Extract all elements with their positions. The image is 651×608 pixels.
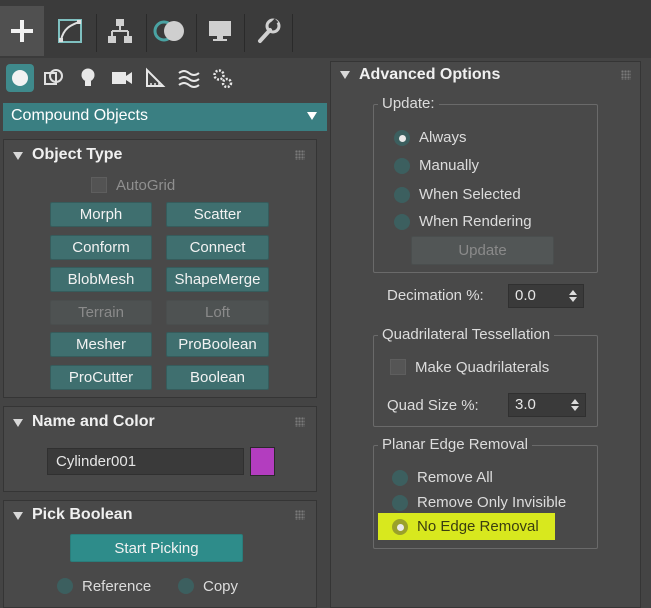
spacewarps-button[interactable] [175, 64, 203, 92]
copy-radio[interactable] [178, 578, 194, 594]
quad-size-spinner[interactable]: 3.0 [508, 393, 586, 417]
collapse-triangle-icon[interactable] [340, 71, 350, 79]
category-dropdown[interactable]: Compound Objects [3, 103, 327, 131]
category-dropdown-value: Compound Objects [11, 107, 148, 124]
spinner-up-icon[interactable] [571, 399, 579, 404]
shapemerge-button[interactable]: ShapeMerge [166, 267, 269, 292]
mesher-button[interactable]: Mesher [50, 332, 152, 357]
tab-display[interactable] [198, 6, 242, 56]
collapse-triangle-icon[interactable] [13, 512, 23, 520]
reference-radio[interactable] [57, 578, 73, 594]
systems-button[interactable] [209, 64, 237, 92]
tab-modify[interactable] [48, 6, 92, 56]
tab-divider [146, 14, 147, 52]
connect-button[interactable]: Connect [166, 235, 269, 260]
remove-invisible-label: Remove Only Invisible [417, 494, 567, 511]
always-label: Always [419, 129, 467, 146]
dropdown-arrow-icon [307, 112, 317, 120]
tab-hierarchy[interactable] [98, 6, 142, 56]
tab-divider [244, 14, 245, 52]
tab-create[interactable] [0, 6, 44, 56]
make-quads-checkbox[interactable] [390, 359, 406, 375]
tab-divider [292, 14, 293, 52]
always-radio[interactable] [394, 130, 410, 146]
spinner-down-icon[interactable] [569, 297, 577, 302]
remove-all-radio[interactable] [392, 470, 408, 486]
camera-icon [112, 72, 132, 84]
collapse-triangle-icon[interactable] [13, 419, 23, 427]
tab-divider [96, 14, 97, 52]
modify-curve-icon [58, 19, 82, 43]
conform-button[interactable]: Conform [50, 235, 152, 260]
motion-icon [153, 20, 184, 42]
geometry-button[interactable] [6, 64, 34, 92]
cameras-button[interactable] [108, 64, 136, 92]
pick-boolean-title[interactable]: Pick Boolean [32, 506, 132, 524]
autogrid-label: AutoGrid [116, 177, 176, 194]
sphere-icon [12, 70, 28, 86]
spinner-down-icon[interactable] [571, 406, 579, 411]
morph-button[interactable]: Morph [50, 202, 152, 227]
helpers-button[interactable] [141, 64, 169, 92]
decimation-spinner[interactable]: 0.0 [508, 284, 584, 308]
spinner-up-icon[interactable] [569, 290, 577, 295]
remove-invisible-radio[interactable] [392, 495, 408, 511]
lights-button[interactable] [74, 64, 102, 92]
no-edge-radio[interactable] [392, 519, 408, 535]
advanced-options-title[interactable]: Advanced Options [359, 66, 500, 84]
decimation-value: 0.0 [515, 287, 536, 304]
tab-motion[interactable] [148, 6, 192, 56]
start-picking-button[interactable]: Start Picking [70, 534, 243, 562]
procutter-button[interactable]: ProCutter [50, 365, 152, 390]
grip-icon[interactable] [295, 510, 305, 520]
grip-icon[interactable] [295, 150, 305, 160]
name-color-title[interactable]: Name and Color [32, 413, 155, 431]
gears-icon [213, 69, 233, 89]
object-name-input[interactable]: Cylinder001 [47, 448, 244, 475]
grip-icon[interactable] [621, 70, 631, 80]
manually-label: Manually [419, 157, 480, 174]
tab-divider [196, 14, 197, 52]
monitor-icon [209, 21, 231, 41]
when-selected-radio[interactable] [394, 187, 410, 203]
helper-ruler-icon [146, 67, 166, 87]
object-type-title[interactable]: Object Type [32, 146, 122, 164]
when-selected-label: When Selected [419, 186, 521, 203]
blobmesh-button[interactable]: BlobMesh [50, 267, 152, 292]
shapes-button[interactable] [40, 64, 68, 92]
quad-size-label: Quad Size %: [387, 397, 479, 414]
update-button[interactable]: Update [411, 236, 554, 265]
shapes-icon [44, 69, 63, 85]
wave-icon [178, 70, 200, 88]
wrench-icon [258, 18, 281, 43]
manually-radio[interactable] [394, 158, 410, 174]
autogrid-checkbox[interactable] [91, 177, 107, 193]
terrain-button[interactable]: Terrain [50, 300, 152, 325]
reference-label: Reference [82, 578, 152, 595]
lightbulb-icon [81, 68, 95, 86]
collapse-triangle-icon[interactable] [13, 152, 23, 160]
remove-all-label: Remove All [417, 469, 493, 486]
quad-size-value: 3.0 [515, 396, 536, 413]
when-rendering-radio[interactable] [394, 214, 410, 230]
tab-utilities[interactable] [246, 6, 290, 56]
when-rendering-label: When Rendering [419, 213, 532, 230]
grip-icon[interactable] [295, 417, 305, 427]
make-quads-label: Make Quadrilaterals [415, 359, 550, 376]
planar-edge-title: Planar Edge Removal [378, 436, 532, 453]
update-group-title: Update: [378, 95, 439, 112]
hierarchy-icon [108, 19, 132, 43]
quad-tessellation-title: Quadrilateral Tessellation [378, 326, 555, 343]
no-edge-label: No Edge Removal [417, 518, 539, 535]
decimation-label: Decimation %: [387, 287, 484, 304]
plus-icon [11, 20, 33, 42]
scatter-button[interactable]: Scatter [166, 202, 269, 227]
color-swatch[interactable] [250, 447, 275, 476]
copy-label: Copy [203, 578, 239, 595]
proboolean-button[interactable]: ProBoolean [166, 332, 269, 357]
loft-button[interactable]: Loft [166, 300, 269, 325]
boolean-button[interactable]: Boolean [166, 365, 269, 390]
